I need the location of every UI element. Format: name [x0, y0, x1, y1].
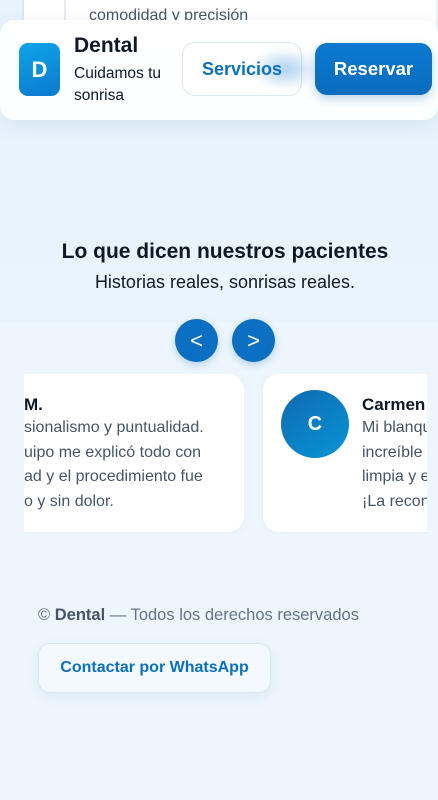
carousel-prev-button[interactable]: <	[175, 319, 218, 362]
whatsapp-contact-button[interactable]: Contactar por WhatsApp	[38, 643, 271, 693]
site-header: D Dental Cuidamos tu sonrisa Servicios R…	[0, 20, 438, 120]
brand-name[interactable]: Dental	[74, 34, 138, 58]
testimonial-card: M. sionalismo y puntualidad. uipo me exp…	[24, 374, 244, 532]
testimonial-line: increíble	[362, 443, 423, 461]
book-button[interactable]: Reservar	[315, 43, 432, 95]
testimonial-line: o y sin dolor.	[24, 492, 114, 510]
testimonial-line: Mi blanqu	[362, 419, 427, 436]
testimonial-text: Mi blanqu increíble limpia y e ¡La recon	[362, 416, 427, 514]
copyright-symbol: ©	[38, 606, 51, 624]
copyright-text: © Dental — Todos los derechos reservados	[38, 606, 359, 625]
footer-brand: Dental	[54, 606, 106, 624]
carousel-next-button[interactable]: >	[232, 319, 275, 362]
testimonial-author: Carmen	[362, 395, 426, 414]
testimonial-line: ¡La recon	[362, 492, 427, 510]
testimonial-author: M.	[24, 395, 43, 414]
testimonial-line: ad y el procedimiento fue	[24, 468, 203, 485]
testimonial-text: sionalismo y puntualidad. uipo me explic…	[24, 416, 204, 514]
testimonials-carousel[interactable]: M. sionalismo y puntualidad. uipo me exp…	[24, 374, 427, 534]
testimonial-line: uipo me explicó todo con	[24, 443, 201, 461]
brand-tagline: Cuidamos tu sonrisa	[74, 65, 162, 104]
testimonial-card: C Carmen Mi blanqu increíble limpia y e …	[263, 374, 427, 532]
services-button[interactable]: Servicios	[182, 42, 302, 96]
footer-rights: — Todos los derechos reservados	[109, 606, 359, 624]
avatar: C	[281, 390, 349, 458]
testimonials-subtitle: Historias reales, sonrisas reales.	[94, 272, 356, 292]
testimonials-title: Lo que dicen nuestros pacientes	[61, 240, 389, 263]
testimonial-line: sionalismo y puntualidad.	[24, 419, 204, 436]
logo-badge[interactable]: D	[19, 43, 60, 96]
testimonial-line: limpia y e	[362, 468, 427, 485]
